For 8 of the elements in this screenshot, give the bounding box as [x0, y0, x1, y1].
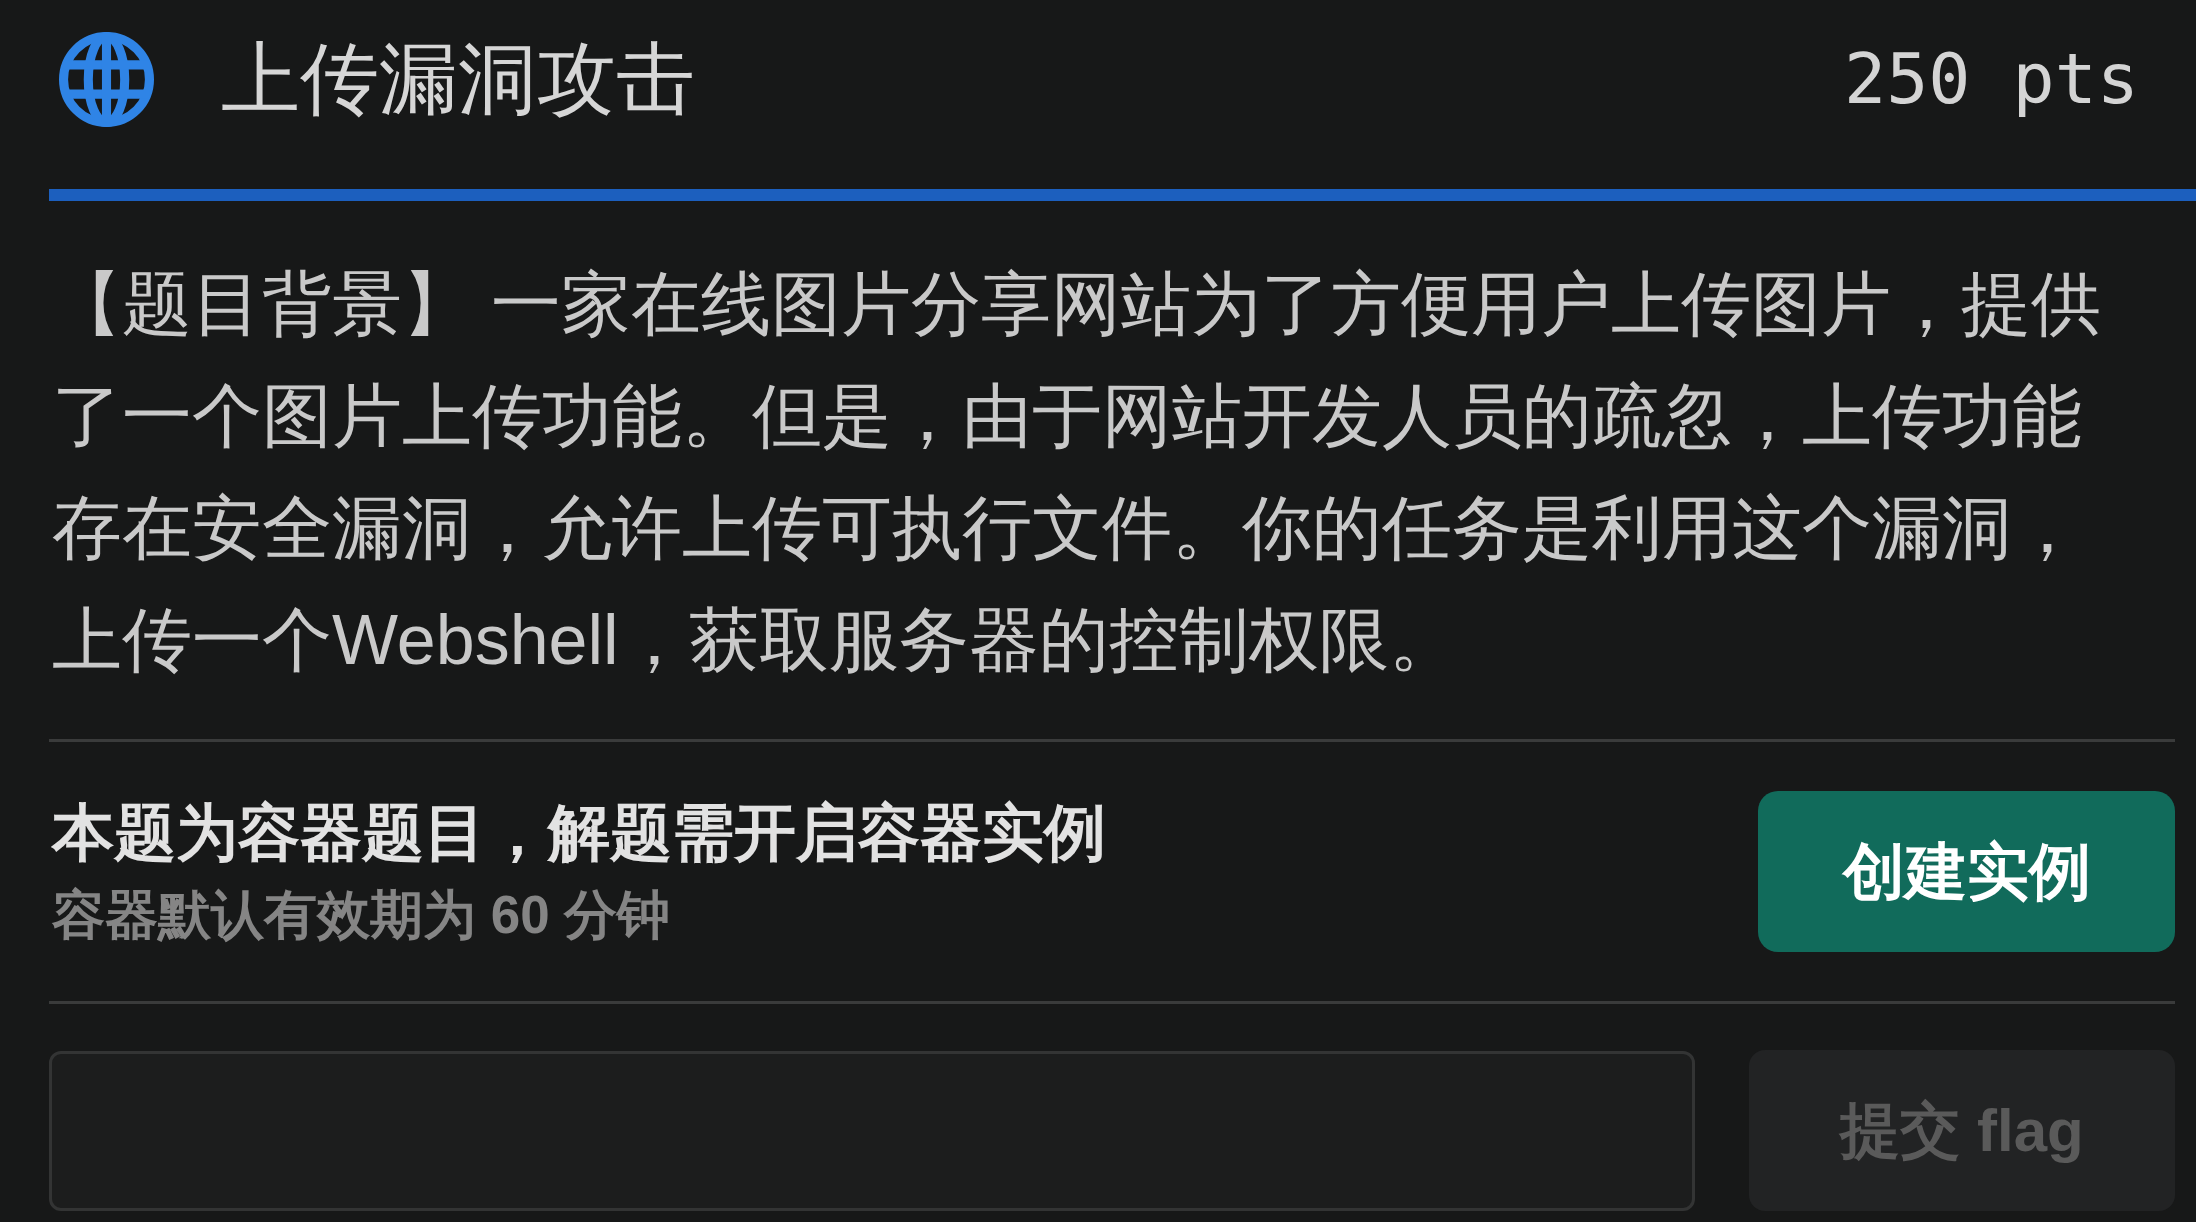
- globe-icon: [59, 31, 154, 127]
- challenge-description: 【题目背景】 一家在线图片分享网站为了方便用户上传图片，提供了一个图片上传功能。但是，由于网站开发人员的疏忽，上传功能存在安全漏洞，允许上传可执行文件。你的任务是利用这个漏洞，上传一个Webshell，获取服务器的控制权限。: [52, 264, 2103, 681]
- container-duration: 容器默认有效期为 60 分钟: [52, 884, 672, 946]
- container-notice: 本题为容器题目，解题需开启容器实例: [52, 797, 1106, 869]
- points-value: 250 pts: [1844, 37, 2139, 121]
- challenge-title: 上传漏洞攻击: [221, 32, 695, 125]
- create-instance-button[interactable]: 创建实例: [1758, 791, 2175, 952]
- flag-input[interactable]: [49, 1050, 1695, 1211]
